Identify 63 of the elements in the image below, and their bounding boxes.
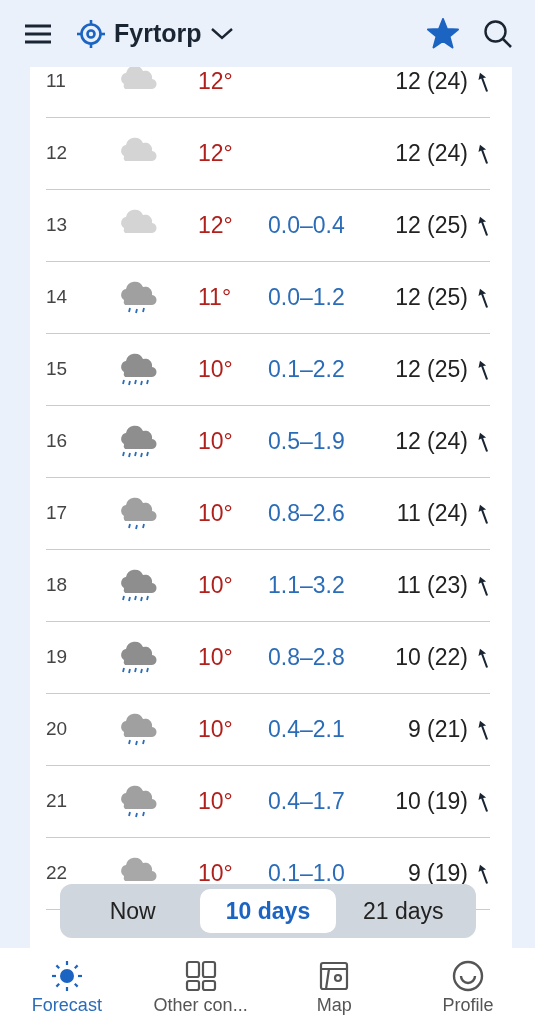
temperature-value: 10°	[198, 788, 233, 815]
temperature-value: 10°	[198, 716, 233, 743]
hour-label: 21	[46, 789, 69, 814]
wind-value: 12 (24)	[395, 427, 468, 457]
nav-tab[interactable]: Map	[267, 948, 402, 1023]
precipitation-value: 0.8–2.6	[268, 500, 345, 527]
temperature-value: 10°	[198, 356, 233, 383]
nav-tab[interactable]: Profile	[401, 948, 535, 1023]
period-tab[interactable]: Now	[65, 888, 201, 933]
precipitation-value: 0.0–1.2	[268, 284, 345, 311]
temperature-value: 12°	[198, 212, 233, 239]
hour-label: 18	[46, 573, 69, 598]
hour-label: 14	[46, 285, 69, 310]
wind-value: 12 (25)	[395, 355, 468, 385]
temperature-value: 12°	[198, 140, 233, 167]
precipitation-value: 0.1–1.0	[268, 860, 345, 887]
hour-label: 20	[46, 717, 69, 742]
wind-value: 11 (23)	[396, 571, 468, 601]
temperature-value: 10°	[198, 860, 233, 887]
hour-label: 15	[46, 357, 69, 382]
location-selector[interactable]: Fyrtorp	[76, 14, 234, 53]
wind-value: 12 (25)	[395, 283, 468, 313]
temperature-value: 11°	[198, 284, 232, 311]
precipitation-value: 0.1–2.2	[268, 356, 345, 383]
temperature-value: 12°	[198, 68, 233, 95]
precipitation-value: 0.4–1.7	[268, 788, 345, 815]
precipitation-value: 0.5–1.9	[268, 428, 345, 455]
favorite-star-icon[interactable]	[427, 18, 459, 49]
wind-value: 12 (25)	[395, 211, 468, 241]
nav-tab[interactable]: Other con...	[133, 948, 268, 1023]
hour-label: 11	[46, 69, 67, 94]
hour-label: 17	[46, 501, 69, 526]
hour-label: 12	[46, 141, 69, 166]
location-target-icon	[76, 18, 106, 49]
temperature-value: 10°	[198, 572, 233, 599]
map-icon	[318, 960, 351, 992]
menu-icon[interactable]	[24, 23, 52, 44]
precipitation-value: 0.8–2.8	[268, 644, 345, 671]
grid-icon	[184, 960, 217, 992]
hour-label: 22	[46, 861, 69, 886]
nav-tab[interactable]: Forecast	[0, 948, 134, 1023]
period-tab[interactable]: 21 days	[335, 888, 471, 933]
search-icon[interactable]	[483, 18, 513, 49]
temperature-value: 10°	[198, 500, 233, 527]
precipitation-value: 0.0–0.4	[268, 212, 345, 239]
hour-label: 19	[46, 645, 69, 670]
temperature-value: 10°	[198, 428, 233, 455]
hour-label: 16	[46, 429, 69, 454]
wind-value: 10 (22)	[395, 643, 468, 673]
wind-value: 9 (21)	[407, 715, 468, 745]
wind-value: 10 (19)	[395, 787, 468, 817]
wind-value: 12 (24)	[395, 139, 468, 169]
wind-value: 12 (24)	[395, 67, 468, 97]
hour-label: 13	[46, 213, 69, 238]
precipitation-value: 1.1–3.2	[268, 572, 345, 599]
precipitation-value: 0.4–2.1	[268, 716, 345, 743]
profile-icon	[452, 960, 485, 992]
chevron-down-icon	[209, 26, 234, 41]
wind-value: 11 (24)	[396, 499, 468, 529]
temperature-value: 10°	[198, 644, 233, 671]
sun-icon	[50, 960, 83, 992]
wind-value: 9 (19)	[407, 859, 468, 889]
period-tab[interactable]: 10 days	[200, 888, 336, 933]
